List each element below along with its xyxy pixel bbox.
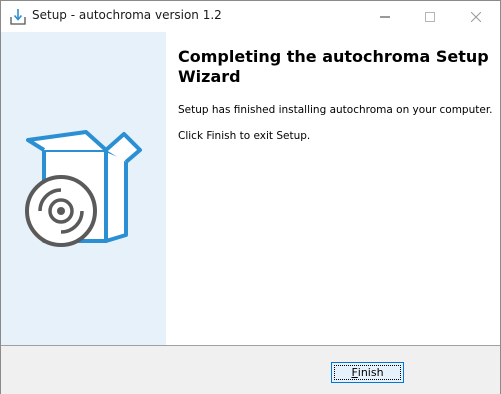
page-title: Completing the autochroma Setup Wizard — [178, 47, 489, 86]
completion-message: Setup has finished installing autochroma… — [178, 104, 493, 116]
maximize-icon — [424, 11, 435, 22]
finish-label: inish — [357, 366, 384, 379]
close-icon — [470, 11, 481, 22]
software-box-disc-icon — [25, 130, 142, 247]
close-button[interactable] — [453, 1, 498, 32]
exit-instruction: Click Finish to exit Setup. — [178, 130, 311, 142]
finish-button-focus-rect: Finish — [334, 365, 401, 380]
finish-button[interactable]: Finish — [331, 362, 404, 383]
title-bar[interactable]: Setup - autochroma version 1.2 — [1, 1, 500, 32]
setup-install-icon — [10, 9, 26, 25]
window-title: Setup - autochroma version 1.2 — [32, 8, 222, 22]
minimize-button[interactable] — [362, 1, 407, 32]
maximize-button[interactable] — [407, 1, 452, 32]
setup-window: Setup - autochroma version 1.2 Completin… — [0, 0, 501, 394]
button-bar: Finish — [1, 345, 500, 394]
minimize-icon — [379, 16, 390, 17]
wizard-content: Completing the autochroma Setup Wizard S… — [166, 32, 500, 345]
wizard-side-panel — [1, 32, 166, 345]
